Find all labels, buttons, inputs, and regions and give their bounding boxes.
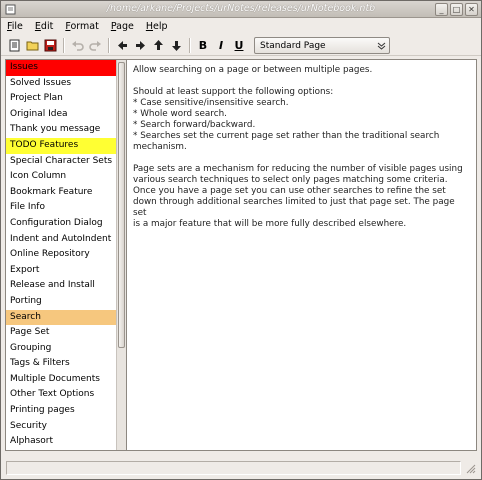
- page-list-item[interactable]: File Info: [6, 200, 117, 216]
- underline-button[interactable]: U: [230, 36, 248, 54]
- scrollbar-thumb[interactable]: [118, 62, 125, 348]
- resize-grip-icon[interactable]: [464, 462, 476, 474]
- menu-help[interactable]: Help: [146, 21, 168, 32]
- page-list-item[interactable]: Special Character Sets: [6, 154, 117, 170]
- text-line: * Searches set the current page set rath…: [133, 131, 440, 141]
- close-icon: ✕: [468, 4, 475, 14]
- page-text[interactable]: Allow searching on a page or between mul…: [127, 60, 476, 246]
- page-list-item[interactable]: Search: [6, 309, 117, 326]
- arrow-left-icon: [117, 40, 127, 50]
- save-icon: [44, 39, 56, 51]
- text-line: is a major feature that will be more ful…: [133, 219, 407, 229]
- text-line: mechanism.: [133, 142, 187, 152]
- page-list-item[interactable]: Solved Issues: [6, 76, 117, 92]
- page-list-item[interactable]: Configuration Dialog: [6, 216, 117, 232]
- text-line: Page sets are a mechanism for reducing t…: [133, 164, 463, 174]
- menu-label: ile: [11, 20, 23, 32]
- text-line: * Case sensitive/insensitive search.: [133, 98, 289, 108]
- minimize-icon: _: [439, 4, 444, 14]
- arrow-right-icon: [135, 40, 145, 50]
- menu-mnemonic: H: [145, 20, 153, 32]
- page-list-item[interactable]: Page Set: [6, 325, 117, 341]
- page-list-item[interactable]: Release and Install: [6, 278, 117, 294]
- bold-button[interactable]: B: [194, 36, 212, 54]
- paragraph-3: Page sets are a mechanism for reducing t…: [133, 164, 470, 230]
- text-line: various search techniques to select only…: [133, 175, 448, 185]
- page-list: Issues Solved Issues Project Plan Original …: [6, 60, 117, 450]
- page-list-item[interactable]: Security: [6, 419, 117, 435]
- move-page-up-button[interactable]: [149, 36, 167, 54]
- text-line: Allow searching on a page or between mul…: [133, 65, 373, 75]
- page-list-item[interactable]: Other Text Options: [6, 387, 117, 403]
- paragraph-2: Should at least support the following op…: [133, 87, 470, 153]
- toolbar-separator: [63, 37, 64, 53]
- save-button[interactable]: [41, 36, 59, 54]
- page-editor[interactable]: Allow searching on a page or between mul…: [127, 59, 477, 451]
- page-list-item[interactable]: Alphasort: [6, 434, 117, 450]
- redo-button[interactable]: [86, 36, 104, 54]
- undo-button[interactable]: [68, 36, 86, 54]
- toolbar-separator: [108, 37, 109, 53]
- toolbar: B I U Standard Page: [1, 35, 481, 56]
- page-style-select[interactable]: Standard Page: [254, 36, 390, 54]
- open-button[interactable]: [23, 36, 41, 54]
- toolbar-separator: [189, 37, 190, 53]
- minimize-button[interactable]: _: [435, 3, 448, 16]
- window-title: /home/arkane/Projects/urNotes/releases/u…: [106, 3, 376, 14]
- page-list-item[interactable]: Icon Column: [6, 169, 117, 185]
- italic-button[interactable]: I: [212, 36, 230, 54]
- menu-edit[interactable]: Edit: [35, 21, 53, 32]
- menu-label: ormat: [70, 20, 99, 32]
- status-field: [6, 461, 461, 475]
- maximize-icon: □: [452, 4, 461, 14]
- text-line: * Search forward/backward.: [133, 120, 256, 130]
- arrow-down-icon: [171, 40, 181, 51]
- menu-bar: File Edit Format Page Help: [1, 18, 481, 34]
- menu-label: elp: [153, 20, 168, 32]
- page-list-item[interactable]: Issues: [6, 60, 117, 76]
- page-list-item[interactable]: Grouping: [6, 341, 117, 357]
- page-list-item[interactable]: Indent and AutoIndent: [6, 232, 117, 248]
- page-style-value: Standard Page: [260, 40, 326, 51]
- arrow-up-icon: [153, 39, 163, 50]
- text-line: Once you have a page set you can use oth…: [133, 186, 446, 196]
- chevron-down-icon: [377, 42, 386, 50]
- page-list-item[interactable]: Export: [6, 263, 117, 279]
- text-line: down through additional searches limited…: [133, 197, 455, 218]
- redo-icon: [88, 40, 101, 51]
- next-page-button[interactable]: [131, 36, 149, 54]
- app-window: /home/arkane/Projects/urNotes/releases/u…: [0, 0, 482, 480]
- close-button[interactable]: ✕: [465, 3, 478, 16]
- page-list-item[interactable]: Thank you message: [6, 122, 117, 138]
- page-list-item[interactable]: Multiple Documents: [6, 372, 117, 388]
- menu-format[interactable]: Format: [65, 21, 99, 32]
- paragraph-1: Allow searching on a page or between mul…: [133, 65, 470, 76]
- page-list-item[interactable]: Tags & Filters: [6, 356, 117, 372]
- page-list-item[interactable]: Printing pages: [6, 403, 117, 419]
- status-bar: [1, 457, 481, 479]
- page-list-item[interactable]: Online Repository: [6, 247, 117, 263]
- page-list-item[interactable]: Porting: [6, 294, 117, 310]
- page-list-item[interactable]: Original Idea: [6, 107, 117, 123]
- page-list-item[interactable]: Bookmark Feature: [6, 185, 117, 201]
- page-list-scrollbar[interactable]: [116, 60, 126, 450]
- menu-label: age: [116, 20, 134, 32]
- maximize-button[interactable]: □: [450, 3, 463, 16]
- menu-label: dit: [40, 20, 54, 32]
- text-line: * Whole word search.: [133, 109, 227, 119]
- move-page-down-button[interactable]: [167, 36, 185, 54]
- menu-page[interactable]: Page: [111, 21, 134, 32]
- text-line: Should at least support the following op…: [133, 87, 334, 97]
- page-list-item[interactable]: TODO Features: [6, 137, 117, 154]
- previous-page-button[interactable]: [113, 36, 131, 54]
- page-list-item[interactable]: Project Plan: [6, 91, 117, 107]
- new-page-button[interactable]: [5, 36, 23, 54]
- menu-file[interactable]: File: [7, 21, 23, 32]
- new-page-icon: [9, 39, 19, 51]
- page-list-panel: Issues Solved Issues Project Plan Original …: [5, 59, 127, 451]
- page-list-item[interactable]: Wishlist: [6, 449, 117, 450]
- open-folder-icon: [26, 41, 38, 50]
- undo-icon: [71, 40, 84, 51]
- title-bar[interactable]: /home/arkane/Projects/urNotes/releases/u…: [1, 1, 481, 18]
